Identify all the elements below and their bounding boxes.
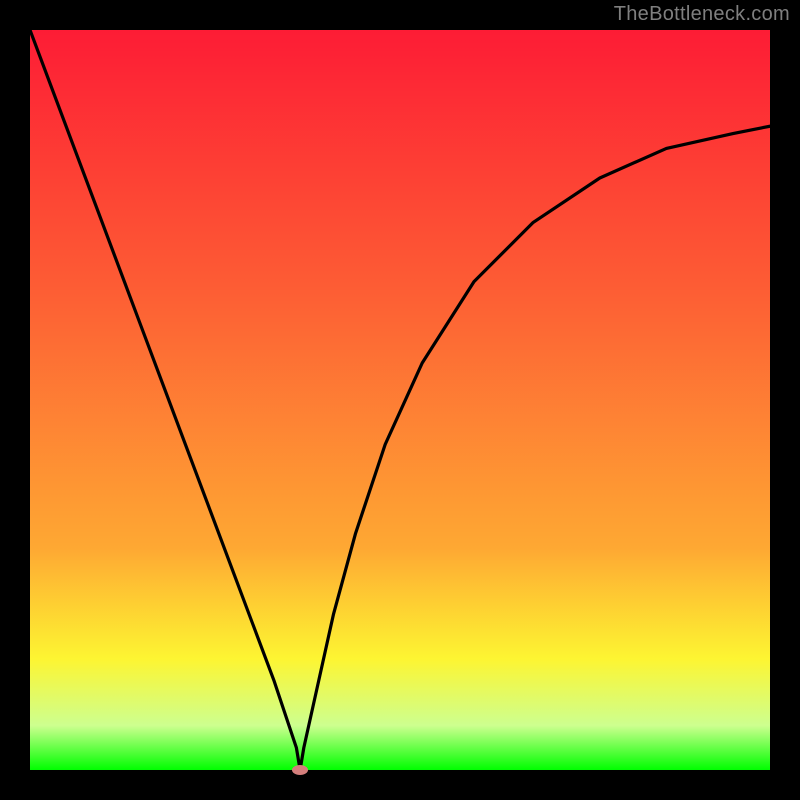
bottleneck-curve <box>30 30 770 770</box>
chart-frame: TheBottleneck.com <box>0 0 800 800</box>
plot-area <box>30 30 770 770</box>
minimum-marker <box>292 765 308 775</box>
watermark-text: TheBottleneck.com <box>614 3 790 26</box>
curve-svg <box>30 30 770 770</box>
